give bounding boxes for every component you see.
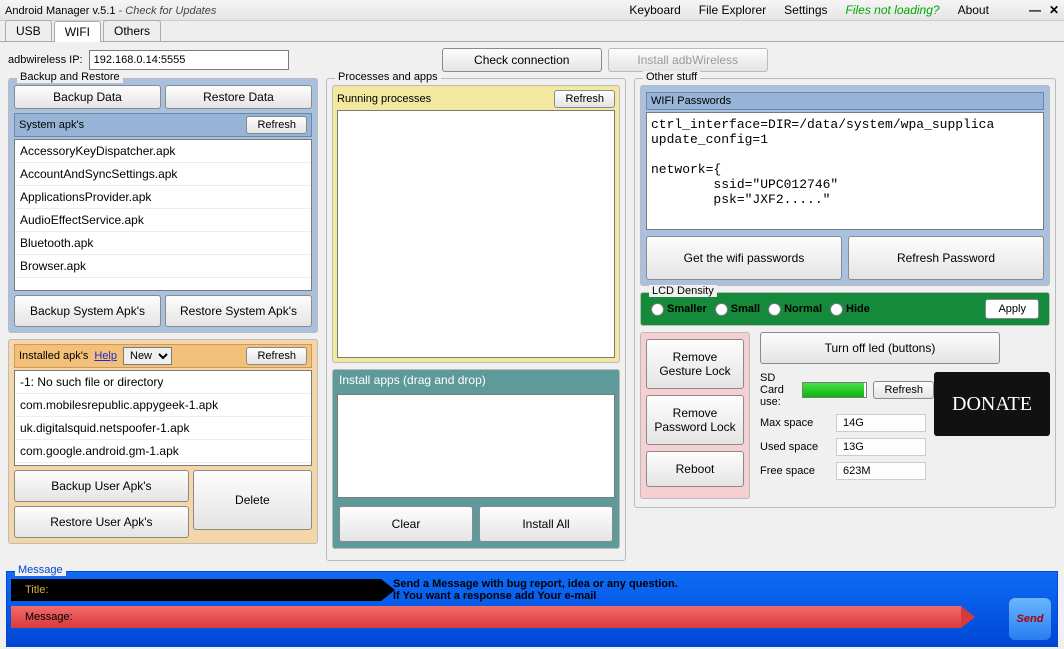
install-adbwireless-button[interactable]: Install adbWireless: [608, 48, 768, 72]
minimize-button[interactable]: —: [1029, 3, 1041, 17]
list-item[interactable]: AudioEffectService.apk: [15, 209, 311, 232]
message-info-text: Send a Message with bug report, idea or …: [381, 578, 1053, 602]
lcd-smaller-radio[interactable]: Smaller: [651, 303, 707, 316]
refresh-installed-button[interactable]: Refresh: [246, 347, 307, 365]
refresh-processes-button[interactable]: Refresh: [554, 90, 615, 108]
remove-password-lock-button[interactable]: Remove Password Lock: [646, 395, 744, 445]
install-apps-label: Install apps (drag and drop): [333, 370, 619, 390]
refresh-system-apks-button[interactable]: Refresh: [246, 116, 307, 134]
list-item[interactable]: AccessoryKeyDispatcher.apk: [15, 140, 311, 163]
list-item[interactable]: com.mobilesrepublic.appygeek-1.apk: [15, 394, 311, 417]
turn-off-led-button[interactable]: Turn off led (buttons): [760, 332, 1000, 364]
backup-restore-group: Backup and Restore Backup Data Restore D…: [8, 78, 318, 333]
refresh-sd-button[interactable]: Refresh: [873, 381, 934, 399]
wifi-passwords-label: WIFI Passwords: [651, 95, 731, 107]
tab-wifi[interactable]: WIFI: [54, 21, 101, 42]
list-item[interactable]: -1: No such file or directory: [15, 371, 311, 394]
free-space-value: 623M: [836, 462, 926, 480]
system-apk-list[interactable]: AccessoryKeyDispatcher.apk AccountAndSyn…: [14, 139, 312, 291]
lcd-normal-radio[interactable]: Normal: [768, 303, 822, 316]
filter-combo[interactable]: New: [123, 347, 172, 365]
adb-ip-input[interactable]: [89, 50, 289, 70]
titlebar: Android Manager v.5.1 - Check for Update…: [0, 0, 1064, 21]
install-dropzone[interactable]: [337, 394, 615, 498]
remove-gesture-lock-button[interactable]: Remove Gesture Lock: [646, 339, 744, 389]
processes-list[interactable]: [337, 110, 615, 358]
restore-system-apks-button[interactable]: Restore System Apk's: [165, 295, 312, 327]
menu-keyboard[interactable]: Keyboard: [629, 3, 680, 17]
donate-button[interactable]: DONATE: [934, 372, 1050, 436]
menu-about[interactable]: About: [958, 3, 989, 17]
get-wifi-passwords-button[interactable]: Get the wifi passwords: [646, 236, 842, 280]
sd-card-use-label: SD Card use:: [760, 372, 796, 408]
backup-system-apks-button[interactable]: Backup System Apk's: [14, 295, 161, 327]
refresh-password-button[interactable]: Refresh Password: [848, 236, 1044, 280]
message-body-field[interactable]: Message:: [11, 606, 961, 628]
lock-reboot-group: Remove Gesture Lock Remove Password Lock…: [640, 332, 750, 499]
check-connection-button[interactable]: Check connection: [442, 48, 602, 72]
lcd-hide-radio[interactable]: Hide: [830, 303, 870, 316]
max-space-value: 14G: [836, 414, 926, 432]
list-item[interactable]: Browser.apk: [15, 255, 311, 278]
close-button[interactable]: ✕: [1049, 3, 1059, 17]
app-title: Android Manager v.5.1 - Check for Update…: [5, 3, 216, 17]
list-item[interactable]: ApplicationsProvider.apk: [15, 186, 311, 209]
list-item[interactable]: AccountAndSyncSettings.apk: [15, 163, 311, 186]
tab-others[interactable]: Others: [103, 20, 161, 41]
installed-apks-label: Installed apk's: [19, 350, 88, 362]
tab-usb[interactable]: USB: [5, 20, 52, 41]
sd-progress: [802, 382, 868, 398]
menu-file-explorer[interactable]: File Explorer: [699, 3, 766, 17]
send-message-button[interactable]: Send: [1009, 598, 1051, 640]
lcd-small-radio[interactable]: Small: [715, 303, 760, 316]
help-link[interactable]: Help: [94, 350, 117, 362]
installed-apk-list[interactable]: -1: No such file or directory com.mobile…: [14, 370, 312, 466]
installed-apks-group: Installed apk's Help New Refresh -1: No …: [8, 339, 318, 544]
message-title-field[interactable]: Title:: [11, 579, 381, 601]
menu-settings[interactable]: Settings: [784, 3, 827, 17]
lcd-apply-button[interactable]: Apply: [985, 299, 1039, 319]
list-item[interactable]: Bluetooth.apk: [15, 232, 311, 255]
list-item[interactable]: com.google.android.gm-1.apk: [15, 440, 311, 463]
used-space-value: 13G: [836, 438, 926, 456]
delete-apk-button[interactable]: Delete: [193, 470, 312, 530]
backup-data-button[interactable]: Backup Data: [14, 85, 161, 109]
backup-user-apks-button[interactable]: Backup User Apk's: [14, 470, 189, 502]
restore-user-apks-button[interactable]: Restore User Apk's: [14, 506, 189, 538]
main-tabs: USB WIFI Others: [0, 21, 1064, 42]
restore-data-button[interactable]: Restore Data: [165, 85, 312, 109]
install-all-button[interactable]: Install All: [479, 506, 613, 542]
running-processes-label: Running processes: [337, 93, 431, 105]
system-apks-label: System apk's: [19, 119, 84, 131]
adb-label: adbwireless IP:: [8, 54, 83, 66]
message-group: Message Title: Send a Message with bug r…: [6, 571, 1058, 647]
other-stuff-group: Other stuff WIFI Passwords ctrl_interfac…: [634, 78, 1056, 508]
clear-install-button[interactable]: Clear: [339, 506, 473, 542]
files-not-loading-link[interactable]: Files not loading?: [846, 3, 940, 17]
wifi-passwords-text[interactable]: ctrl_interface=DIR=/data/system/wpa_supp…: [646, 112, 1044, 230]
reboot-button[interactable]: Reboot: [646, 451, 744, 487]
list-item[interactable]: uk.digitalsquid.netspoofer-1.apk: [15, 417, 311, 440]
processes-group: Processes and apps Running processes Ref…: [326, 78, 626, 561]
